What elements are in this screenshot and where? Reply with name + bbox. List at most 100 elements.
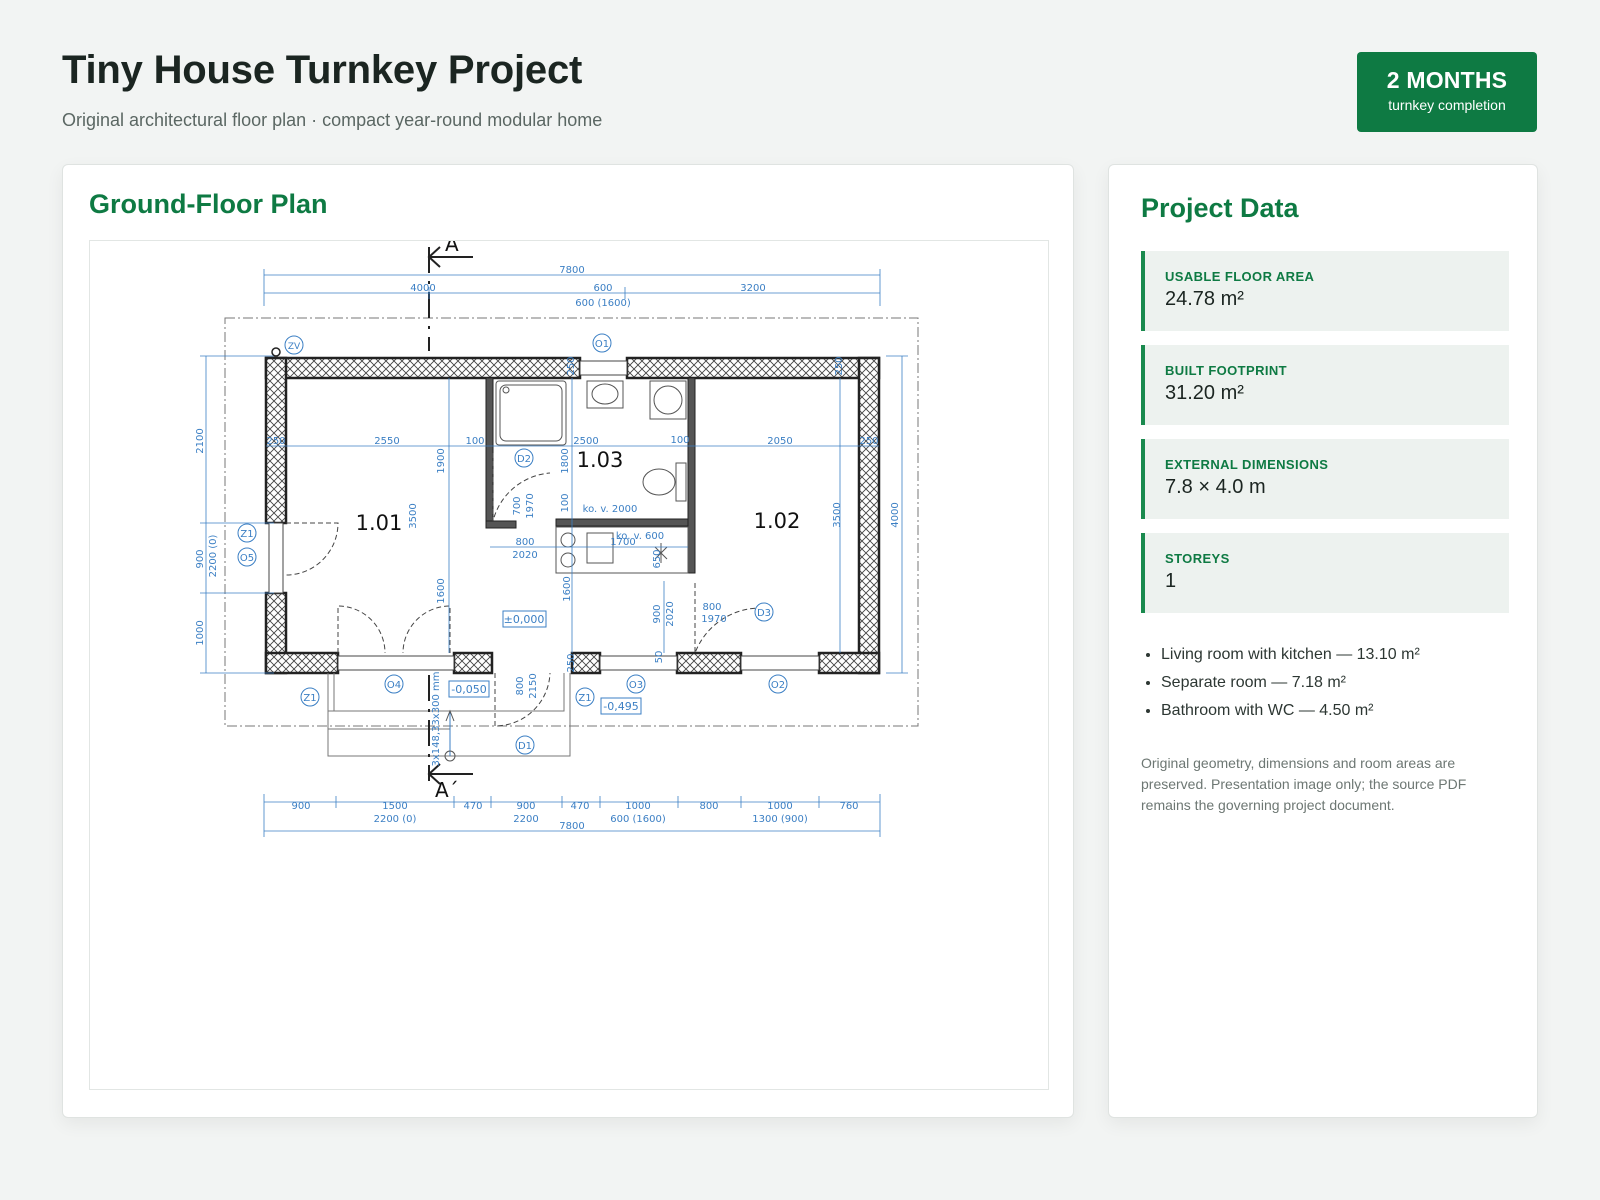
list-item: Living room with kitchen — 13.10 m² [1161,641,1531,669]
section-mark-top: A [445,241,459,256]
dim-int-800: 800 [515,537,534,548]
dim-bottom-9: 760 [839,801,858,812]
dim-int-650: 650 [652,549,663,568]
opening-tag-texts: ZV O1 O2 O3 O4 O5 Z1 Z1 Z1 D1 D2 D3 [240,339,785,752]
stat-label: USABLE FLOOR AREA [1165,269,1315,284]
floor-plan-drawing: A A´ 7800 4000 600 600 (1600) 3200 900 1… [89,240,1049,1090]
page-subtitle: Original architectural floor plan · comp… [62,110,603,130]
tag-zv: ZV [288,342,301,352]
stat-value: 31.20 m² [1165,382,1244,404]
shower [495,380,567,446]
dim-int-250c-v: 250 [566,653,577,672]
dim-int-2550: 2550 [374,436,399,447]
window-o5 [268,522,284,594]
floor-plan-heading: Ground-Floor Plan [89,189,328,219]
stat-label: STOREYS [1165,551,1230,566]
wall-bottom-b [452,651,494,675]
stat-external-dimensions: EXTERNAL DIMENSIONS 7.8 × 4.0 m [1141,439,1509,519]
floor-plan-card: Ground-Floor Plan A A´ 7800 4000 600 600… [62,164,1074,1118]
dim-right-4000: 4000 [890,502,901,527]
dim-bottom-sub-1: 2200 (0) [374,814,417,825]
tag-o4: O4 [387,680,401,691]
dim-int-2020b: 2020 [665,601,676,626]
washing-machine [649,380,687,420]
dim-int-800b: 800 [702,602,721,613]
dim-int-3500: 3500 [408,503,419,528]
dim-int-1970: 1970 [525,493,536,518]
list-item: Separate room — 7.18 m² [1161,669,1531,697]
dim-bottom-8: 1000 [767,801,792,812]
dim-bottom-6: 1000 [625,801,650,812]
completion-badge: 2 MONTHS turnkey completion [1357,52,1537,132]
wall-bath-right [687,377,696,574]
dim-bottom-7: 800 [699,801,718,812]
dim-int-1600b: 1600 [562,576,573,601]
toilet-tank [675,462,687,502]
dim-int-100a: 100 [465,436,484,447]
dim-int-900: 900 [652,604,663,623]
swing-o4-right [402,605,451,654]
window-o3 [599,655,678,671]
dim-bottom-2: 1500 [382,801,407,812]
dim-bottom-sub-4: 1300 (900) [752,814,808,825]
dim-int-50: 50 [654,651,665,664]
wall-bath-left [485,377,494,529]
stat-built-footprint: BUILT FOOTPRINT 31.20 m² [1141,345,1509,425]
room-list: Living room with kitchen — 13.10 m² Sepa… [1141,641,1531,725]
dim-bottom-overall: 7800 [559,821,584,832]
tag-z1-side: Z1 [240,529,253,540]
dim-top-3200: 3200 [740,283,765,294]
note-ko-600: ko. v. 600 [616,531,664,542]
wall-bath-stub [485,520,517,529]
dim-top-600: 600 [593,283,612,294]
wall-bath-bottom [555,518,689,527]
room-number-1-03: 1.03 [577,448,624,472]
dim-int-2020: 2020 [512,550,537,561]
stat-storeys: STOREYS 1 [1141,533,1509,613]
stat-label: EXTERNAL DIMENSIONS [1165,457,1329,472]
tag-o1: O1 [595,339,609,350]
dim-bottom-sub-3: 600 (1600) [610,814,666,825]
wall-bottom-e [817,651,881,675]
dim-left-1000: 1000 [195,620,206,645]
disclaimer-note: Original geometry, dimensions and room a… [1141,755,1467,813]
swing-z1-side [285,522,339,576]
dim-int-250b: 250 [859,436,878,447]
tag-d1: D1 [518,741,532,752]
dim-int-1800: 1800 [560,448,571,473]
toilet [642,468,676,496]
page-title: Tiny House Turnkey Project [62,48,583,92]
section-mark-bottom: A´ [435,778,459,802]
dim-int-250b-v: 250 [834,356,845,375]
dim-bottom-1: 900 [291,801,310,812]
wall-right [857,356,881,675]
note-ko-2000: ko. v. 2000 [583,504,638,515]
tag-d2: D2 [517,454,531,465]
badge-caption: turnkey completion [1388,97,1506,113]
dim-int-100b: 100 [670,435,689,446]
dim-bottom-sub-2: 2200 [513,814,538,825]
dim-left-2200: 2200 (0) [208,535,219,578]
dim-top-4000: 4000 [410,283,435,294]
dim-int-1970b: 1970 [701,614,726,625]
window-o1 [579,360,628,376]
dim-bottom-3: 470 [463,801,482,812]
wall-top-left [264,356,582,380]
tag-o5: O5 [240,553,254,564]
stat-value: 1 [1165,570,1177,592]
stat-label: BUILT FOOTPRINT [1165,363,1288,378]
dim-right-3500: 3500 [832,502,843,527]
stat-value: 7.8 × 4.0 m [1165,476,1266,498]
swing-o4-left [337,605,386,654]
dim-left-2100: 2100 [195,428,206,453]
level-ground: -0,495 [603,700,638,713]
dim-int-1600a: 1600 [436,578,447,603]
badge-duration: 2 MONTHS [1386,67,1508,93]
kitchen-sink [586,532,614,564]
level-floor: ±0,000 [504,613,545,626]
tag-z1-right: Z1 [578,693,591,704]
stat-usable-floor-area: USABLE FLOOR AREA 24.78 m² [1141,251,1509,331]
tag-o3: O3 [629,680,643,691]
tag-d3: D3 [757,608,771,619]
room-number-1-02: 1.02 [754,509,801,533]
